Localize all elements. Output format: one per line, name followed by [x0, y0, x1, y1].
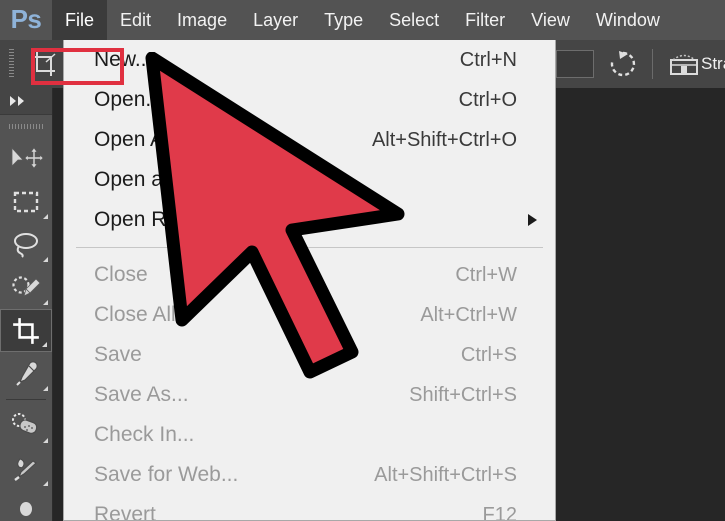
photoshop-window: Stra: [0, 0, 725, 521]
menu-type[interactable]: Type: [311, 0, 376, 40]
menu-item-close-all[interactable]: Close All Alt+Ctrl+W: [64, 295, 555, 335]
rectangular-marquee-tool-icon: [13, 191, 39, 212]
menu-item-revert[interactable]: Revert F12: [64, 495, 555, 521]
menu-item-label: Open Recent: [94, 208, 218, 231]
menu-item-label: Revert: [94, 503, 156, 521]
menu-item-shortcut: Alt+Shift+Ctrl+O: [371, 128, 517, 151]
menu-item-shortcut: Ctrl+S: [460, 343, 517, 366]
menu-item-close[interactable]: Close Ctrl+W: [64, 255, 555, 295]
options-bar-tool-icon[interactable]: [22, 40, 66, 88]
menu-item-save[interactable]: Save Ctrl+S: [64, 335, 555, 375]
brush-tool-icon: [14, 457, 37, 481]
lasso-tool-icon: [14, 232, 38, 258]
tool-move[interactable]: [0, 137, 52, 180]
tools-panel: [0, 88, 53, 521]
menu-separator: [76, 247, 543, 248]
drag-dots-icon: [9, 123, 43, 129]
submenu-chevron-right-icon: [528, 214, 537, 226]
menu-item-label: Open As...: [94, 128, 193, 151]
menu-window[interactable]: Window: [583, 0, 673, 40]
menu-item-shortcut: Ctrl+W: [455, 263, 517, 286]
tools-divider: [6, 399, 46, 400]
menu-item-shortcut: F12: [482, 503, 517, 521]
rotate-refresh-icon[interactable]: [608, 49, 638, 79]
tool-submenu-indicator: [43, 386, 48, 391]
tool-submenu-indicator: [43, 257, 48, 262]
menu-item-check-in[interactable]: Check In...: [64, 415, 555, 455]
photoshop-logo: Ps: [10, 3, 42, 34]
menu-layer[interactable]: Layer: [240, 0, 311, 40]
tool-submenu-indicator: [43, 481, 48, 486]
menu-item-open-recent[interactable]: Open Recent: [64, 200, 555, 240]
menu-item-label: New...: [94, 48, 153, 71]
tools-drag-handle[interactable]: [0, 115, 52, 137]
menu-bar: Ps File Edit Image Layer Type Select Fil…: [0, 0, 725, 40]
menu-image[interactable]: Image: [164, 0, 240, 40]
menu-item-save-as[interactable]: Save As... Shift+Ctrl+S: [64, 375, 555, 415]
file-dropdown-menu: New... Ctrl+N Open... Ctrl+O Open As... …: [63, 40, 556, 521]
straighten-label: Stra: [701, 54, 725, 73]
options-divider: [652, 49, 653, 79]
tool-submenu-indicator: [42, 342, 47, 347]
crop-tool-icon: [32, 52, 56, 76]
menu-item-shortcut: Alt+Ctrl+W: [420, 303, 517, 326]
menu-item-shortcut: Shift+Ctrl+S: [409, 383, 517, 406]
menu-view[interactable]: View: [518, 0, 583, 40]
menu-item-open-as[interactable]: Open As... Alt+Shift+Ctrl+O: [64, 120, 555, 160]
healing-brush-tool-icon: [12, 412, 38, 434]
menu-item-label: Check In...: [94, 423, 195, 446]
menu-item-label: Save for Web...: [94, 463, 239, 486]
tool-crop[interactable]: [0, 309, 52, 352]
menu-item-save-for-web[interactable]: Save for Web... Alt+Shift+Ctrl+S: [64, 455, 555, 495]
menu-item-shortcut: Ctrl+O: [458, 88, 517, 111]
tools-collapse-button[interactable]: [0, 88, 52, 115]
drag-dots-icon: [8, 49, 14, 79]
tool-rectangular-marquee[interactable]: [0, 180, 52, 223]
clone-stamp-tool-icon: [20, 501, 32, 516]
tool-lasso[interactable]: [0, 223, 52, 266]
options-bar-right-group: Stra: [556, 40, 725, 88]
eyedropper-tool-icon: [16, 360, 38, 386]
menu-item-label: Save: [94, 343, 142, 366]
crop-tool-icon: [13, 317, 39, 344]
quick-selection-tool-icon: [12, 275, 41, 297]
menu-item-label: Save As...: [94, 383, 189, 406]
tool-quick-selection[interactable]: [0, 266, 52, 309]
tool-brush[interactable]: [0, 447, 52, 490]
menu-item-open[interactable]: Open... Ctrl+O: [64, 80, 555, 120]
tool-eyedropper[interactable]: [0, 352, 52, 395]
tool-submenu-indicator: [43, 300, 48, 305]
menu-item-label: Open...: [94, 88, 163, 111]
tool-clone-stamp[interactable]: [0, 490, 52, 521]
menu-item-open-as-smart-object[interactable]: Open as Smart Object...: [64, 160, 555, 200]
move-tool-icon: [11, 146, 43, 168]
menu-item-shortcut: Alt+Shift+Ctrl+S: [374, 463, 517, 486]
crop-color-swatch[interactable]: [556, 50, 594, 78]
menu-item-label: Open as Smart Object...: [94, 168, 320, 191]
tool-submenu-indicator: [43, 438, 48, 443]
menu-edit[interactable]: Edit: [107, 0, 164, 40]
tool-healing-brush[interactable]: [0, 404, 52, 447]
menu-filter[interactable]: Filter: [452, 0, 518, 40]
tool-submenu-indicator: [43, 214, 48, 219]
menu-item-label: Close All: [94, 303, 176, 326]
straighten-tool-icon[interactable]: [667, 49, 701, 79]
menu-select[interactable]: Select: [376, 0, 452, 40]
menu-file[interactable]: File: [52, 0, 108, 40]
menu-item-new[interactable]: New... Ctrl+N: [64, 40, 555, 80]
menu-item-shortcut: Ctrl+N: [459, 48, 517, 71]
double-chevron-right-icon: [10, 96, 24, 106]
menu-item-label: Close: [94, 263, 148, 286]
options-bar-drag-handle[interactable]: [0, 40, 22, 88]
